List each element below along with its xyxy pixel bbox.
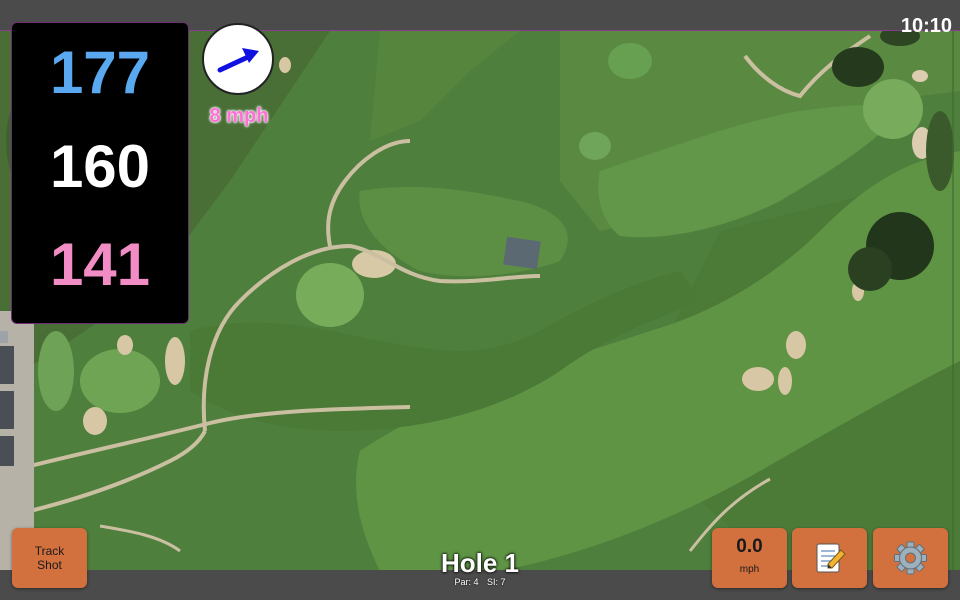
notes-button[interactable] xyxy=(792,528,867,588)
wind-speed: 8 mph xyxy=(209,105,269,127)
back-distance: 177 xyxy=(49,39,151,106)
track-shot-label-line1: Track xyxy=(34,544,65,558)
notes-icon xyxy=(816,543,846,573)
hole-meta: Par: 4 SI: 7 xyxy=(400,577,560,588)
par-label: Par: 4 xyxy=(454,577,479,587)
speed-button[interactable]: 0.0 mph xyxy=(712,528,787,588)
speed-unit: mph xyxy=(739,564,760,575)
distance-panel: 177 160 141 xyxy=(11,22,189,324)
track-shot-button[interactable]: Track Shot xyxy=(12,528,87,588)
front-distance: 141 xyxy=(49,231,151,298)
hole-info[interactable]: Hole 1 Par: 4 SI: 7 xyxy=(400,548,560,588)
hole-title: Hole 1 xyxy=(440,548,520,578)
gear-icon xyxy=(894,541,927,575)
stroke-index-label: SI: 7 xyxy=(487,577,506,587)
wind-arrow-icon xyxy=(217,48,259,73)
settings-button[interactable] xyxy=(873,528,948,588)
track-shot-label-line2: Shot xyxy=(37,558,62,572)
middle-distance: 160 xyxy=(49,133,151,200)
clock: 10:10 xyxy=(900,15,952,37)
speed-value: 0.0 xyxy=(736,536,763,557)
golf-gps-screen: 10:10 177 160 141 8 mph Track Shot Hole … xyxy=(0,0,960,600)
wind-indicator xyxy=(202,23,274,95)
